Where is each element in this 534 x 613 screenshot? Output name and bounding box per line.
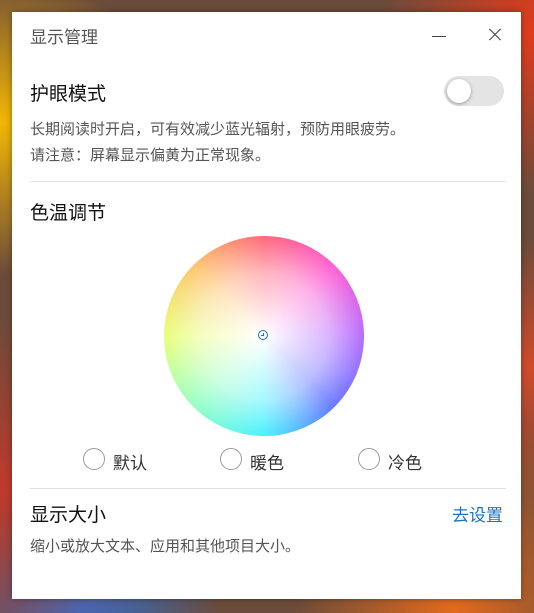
radio-cool-label: 冷色 [388,454,422,474]
eye-care-desc-line1: 长期阅读时开启，可有效减少蓝光辐射，预防用眼疲劳。 [30,120,406,138]
minimize-button[interactable] [422,18,456,52]
toggle-knob [447,79,471,103]
display-size-description: 缩小或放大文本、应用和其他项目大小。 [30,537,301,555]
divider-1 [30,181,506,182]
eye-care-desc-line2: 请注意：屏幕显示偏黄为正常现象。 [30,146,271,164]
divider-2 [30,488,506,489]
radio-circle[interactable] [83,448,105,470]
go-settings-link[interactable]: 去设置 [452,501,503,526]
color-temp-title: 色温调节 [30,202,107,224]
radio-default-label: 默认 [113,454,147,474]
color-temperature-wheel[interactable] [164,236,364,436]
eye-care-toggle[interactable] [444,76,504,106]
display-size-title: 显示大小 [30,504,107,526]
close-button[interactable] [478,18,512,52]
color-picker-marker-icon[interactable] [258,330,268,340]
radio-circle[interactable] [358,448,380,470]
title-bar: 显示管理 [12,12,521,54]
display-management-window: 显示管理 护眼模式 长期阅读时开启，可有效减少蓝光辐射，预防用眼疲劳。 请注意：… [12,12,521,599]
radio-warm-label: 暖色 [250,454,284,474]
eye-care-description: 长期阅读时开启，可有效减少蓝光辐射，预防用眼疲劳。 请注意：屏幕显示偏黄为正常现… [30,116,405,168]
radio-circle[interactable] [220,448,242,470]
eye-care-title: 护眼模式 [30,83,107,105]
window-title: 显示管理 [30,28,98,48]
